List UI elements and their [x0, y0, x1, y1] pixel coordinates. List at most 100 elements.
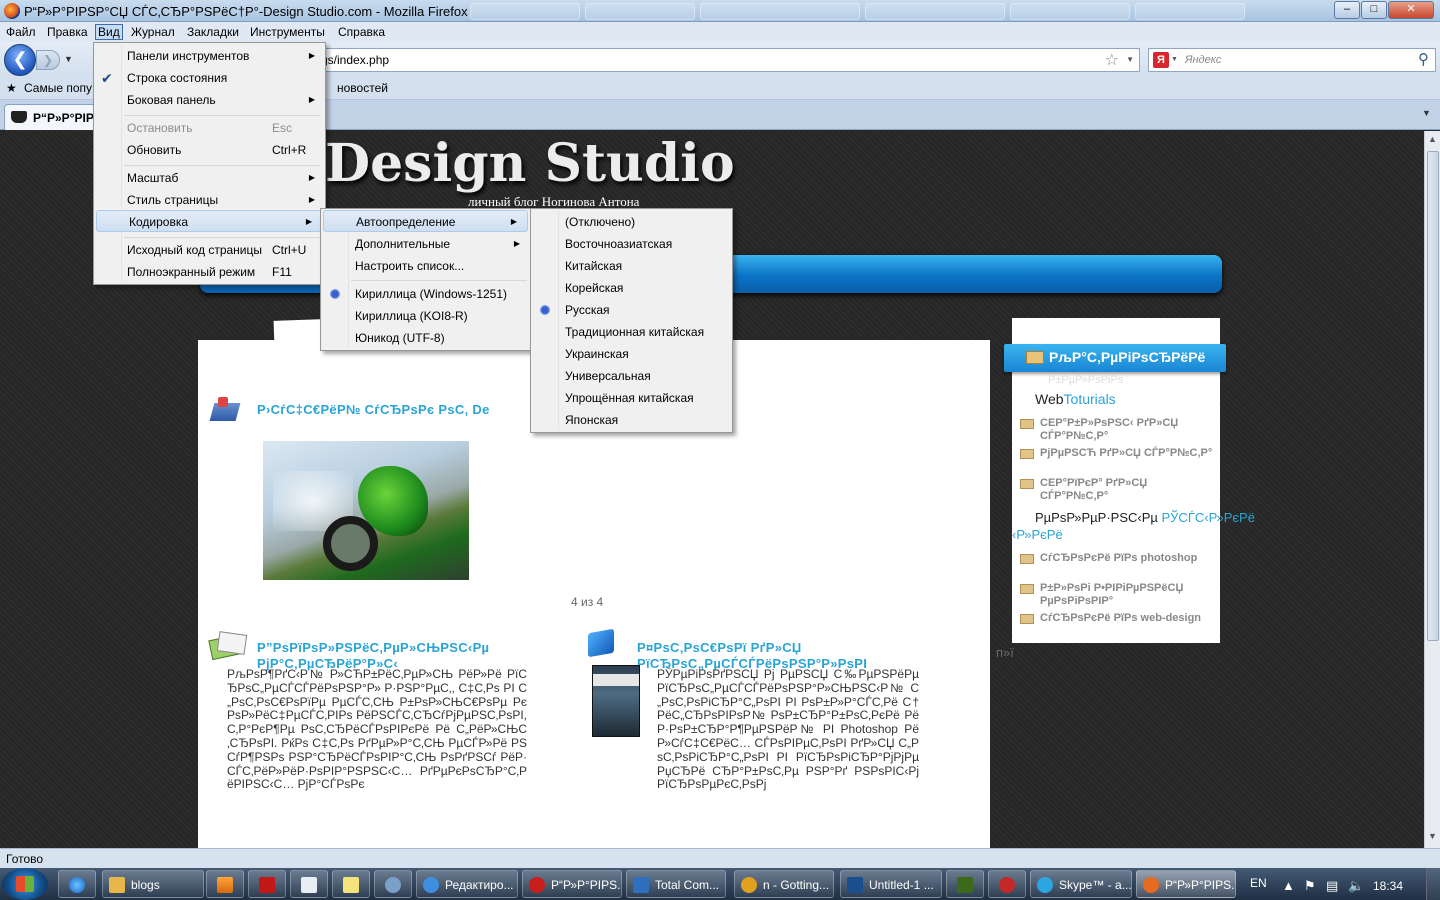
search-icon[interactable]: ⚲ [1418, 50, 1429, 68]
dreamweaver-pinned-button[interactable] [946, 870, 984, 898]
menu-item-zoom[interactable]: Масштаб ▶ [94, 167, 325, 189]
back-button[interactable]: ❮ [4, 44, 36, 76]
background-window-tab[interactable] [585, 3, 695, 20]
taskbar-button-opera[interactable]: Р“Р»Р°РІРЅ... [522, 870, 622, 898]
taskbar-button-photoshop[interactable]: Untitled-1 ... [840, 870, 942, 898]
menu-item-cp1251[interactable]: Кириллица (Windows-1251) [321, 283, 530, 305]
tab-list-icon[interactable]: ▼ [1422, 108, 1431, 118]
menu-file[interactable]: Файл [4, 24, 38, 40]
background-window-tab[interactable] [1135, 3, 1245, 20]
menu-item-reload[interactable]: Обновить Ctrl+R [94, 139, 325, 161]
background-window-tab[interactable] [700, 3, 860, 20]
menu-item-ukrainian[interactable]: Украинская [531, 343, 732, 365]
sidebar-link[interactable]: СѓСЂРѕРєРё РїРѕ photoshop [1040, 552, 1222, 565]
menu-bookmarks[interactable]: Закладки [185, 24, 241, 40]
menu-item-korean[interactable]: Корейская [531, 277, 732, 299]
menu-item-view-source[interactable]: Исходный код страницы Ctrl+U [94, 239, 325, 261]
taskbar-button-blogs[interactable]: blogs [102, 870, 204, 898]
search-input[interactable]: Яндекс [1185, 54, 1221, 66]
yandex-icon[interactable]: Я [1153, 52, 1169, 68]
volume-icon[interactable]: 🔈 [1348, 878, 1364, 894]
menu-item-customize-list[interactable]: Настроить список... [321, 255, 530, 277]
background-window-tab[interactable] [470, 3, 580, 20]
vertical-scrollbar[interactable]: ▲ ▼ [1424, 131, 1440, 848]
menu-tools[interactable]: Инструменты [248, 24, 327, 40]
tab-main-page[interactable]: Р“Р»Р°РІРЅ [4, 104, 96, 130]
taskbar-button-chrome[interactable]: Редактиро... [416, 870, 518, 898]
menu-view[interactable]: Вид [95, 24, 123, 40]
minimize-button[interactable]: – [1334, 1, 1360, 19]
menu-item-toolbars[interactable]: Панели инструментов ▶ [94, 45, 325, 67]
sidebar-tag-cont[interactable]: ‹Р»РєРё [1012, 527, 1063, 542]
menu-item-traditional-chinese[interactable]: Традиционная китайская [531, 321, 732, 343]
network-pinned-button[interactable] [374, 870, 412, 898]
post-title-link[interactable]: Р”РѕРїРѕР»РЅРёС‚РµР»СЊРЅС‹Рµ [257, 640, 489, 655]
search-bar[interactable]: Я ▼ Яндекс ⚲ [1148, 48, 1436, 72]
search-engine-dropdown-icon[interactable]: ▼ [1171, 56, 1178, 63]
notepad-pinned-button[interactable] [290, 870, 328, 898]
sidebar-category-link[interactable]: СЕР°РїРєР° РґР»СЏ СЃР°Р№С‚Р° [1040, 477, 1216, 503]
sidebar-link[interactable]: СѓСЂРѕРєРё РїРѕ web-design [1040, 612, 1216, 625]
menu-item-russian[interactable]: Русская [531, 299, 732, 321]
background-window-tab[interactable] [1010, 3, 1130, 20]
menu-history[interactable]: Журнал [129, 24, 177, 40]
ie-pinned-button[interactable] [58, 870, 96, 898]
taskbar-button-total-commander[interactable]: Total Com... [626, 870, 726, 898]
menu-item-page-style[interactable]: Стиль страницы ▶ [94, 189, 325, 211]
taskbar-button-firefox[interactable]: Р“Р»Р°РІРЅ... [1136, 870, 1236, 898]
scroll-down-icon[interactable]: ▼ [1428, 831, 1437, 841]
menu-item-stop[interactable]: Остановить Esc [94, 117, 325, 139]
post-title-link[interactable]: Р›СѓС‡С€РёР№ СѓСЂРѕРє РѕС‚ De [257, 402, 490, 417]
menu-edit[interactable]: Правка [45, 24, 90, 40]
close-window-button[interactable]: ✕ [1388, 1, 1434, 19]
sidebar-link[interactable]: Р±Р»РѕРі Р•РІРіРµРЅРёСЏ РµРѕРіРѕРІР° [1040, 582, 1216, 608]
photoshop-book-image[interactable] [592, 665, 640, 737]
menu-item-east-asian[interactable]: Восточноазиатская [531, 233, 732, 255]
bookmark-star-icon[interactable]: ☆ [1105, 50, 1119, 70]
menu-item-koi8r[interactable]: Кириллица (KOI8-R) [321, 305, 530, 327]
menu-help[interactable]: Справка [336, 24, 387, 40]
bookmark-news[interactable]: новостей [337, 81, 388, 95]
notes-pinned-button[interactable] [332, 870, 370, 898]
maximize-button[interactable]: □ [1361, 1, 1387, 19]
sidebar-category-link[interactable]: РјРµРЅСЋ РґР»СЏ СЃР°Р№С‚Р° [1040, 447, 1216, 460]
menu-item-encoding[interactable]: Кодировка ▶ [96, 210, 323, 232]
menu-item-more-encodings[interactable]: Дополнительные ▶ [321, 233, 530, 255]
post-title-link[interactable]: Р¤РѕС‚РѕС€РѕРї РґР»СЏ [637, 640, 802, 655]
taskbar-button-gotting[interactable]: n - Gotting... [734, 870, 834, 898]
network-tray-icon[interactable]: ▤ [1326, 878, 1338, 894]
site-title[interactable]: Design Studio [325, 133, 735, 194]
show-desktop-button[interactable] [1426, 868, 1440, 900]
sidebar-tag-line[interactable]: РµРѕР»РµР·РЅС‹Рµ РЎСЃС‹Р»РєРё [1035, 510, 1255, 525]
background-window-tab[interactable] [865, 3, 1005, 20]
webtutorials-link[interactable]: WebToturials [1035, 391, 1116, 407]
menu-item-fullscreen[interactable]: Полноэкранный режим F11 [94, 261, 325, 283]
language-indicator[interactable]: EN [1250, 876, 1267, 890]
forward-button[interactable]: ❯ [36, 50, 60, 70]
url-text[interactable]: gs/index.php [321, 53, 389, 67]
menu-item-japanese[interactable]: Японская [531, 409, 732, 431]
filezilla-pinned-button[interactable] [248, 870, 286, 898]
menu-item-universal[interactable]: Универсальная [531, 365, 732, 387]
app-pinned-button[interactable] [988, 870, 1026, 898]
menu-item-sidebar[interactable]: Боковая панель ▶ [94, 89, 325, 111]
tray-expand-icon[interactable]: ▲ [1282, 878, 1295, 893]
media-player-pinned-button[interactable] [206, 870, 244, 898]
scrollbar-thumb[interactable] [1427, 151, 1439, 641]
taskbar-clock[interactable]: 18:34 [1373, 879, 1403, 893]
menu-item-autodetect[interactable]: Автоопределение ▶ [323, 210, 528, 232]
history-dropdown-icon[interactable]: ▼ [64, 54, 73, 64]
sidebar-category-link[interactable]: СЕР°Р±Р»РѕРЅС‹ РґР»СЏ СЃР°Р№С‚Р° [1040, 417, 1216, 443]
motocross-thumbnail-image[interactable] [263, 441, 469, 580]
taskbar-button-skype[interactable]: Skype™ - a... [1030, 870, 1132, 898]
menu-item-utf8[interactable]: Юникод (UTF-8) [321, 327, 530, 349]
menu-item-off[interactable]: (Отключено) [531, 211, 732, 233]
url-dropdown-icon[interactable]: ▼ [1126, 55, 1134, 64]
scroll-up-icon[interactable]: ▲ [1428, 134, 1437, 144]
bookmark-most-visited[interactable]: Самые попу [24, 81, 92, 95]
tray-flag-icon[interactable]: ⚑ [1304, 878, 1316, 894]
start-button[interactable] [2, 868, 48, 900]
menu-item-chinese[interactable]: Китайская [531, 255, 732, 277]
menu-item-statusbar[interactable]: ✔ Строка состояния [94, 67, 325, 89]
menu-item-simplified-chinese[interactable]: Упрощённая китайская [531, 387, 732, 409]
